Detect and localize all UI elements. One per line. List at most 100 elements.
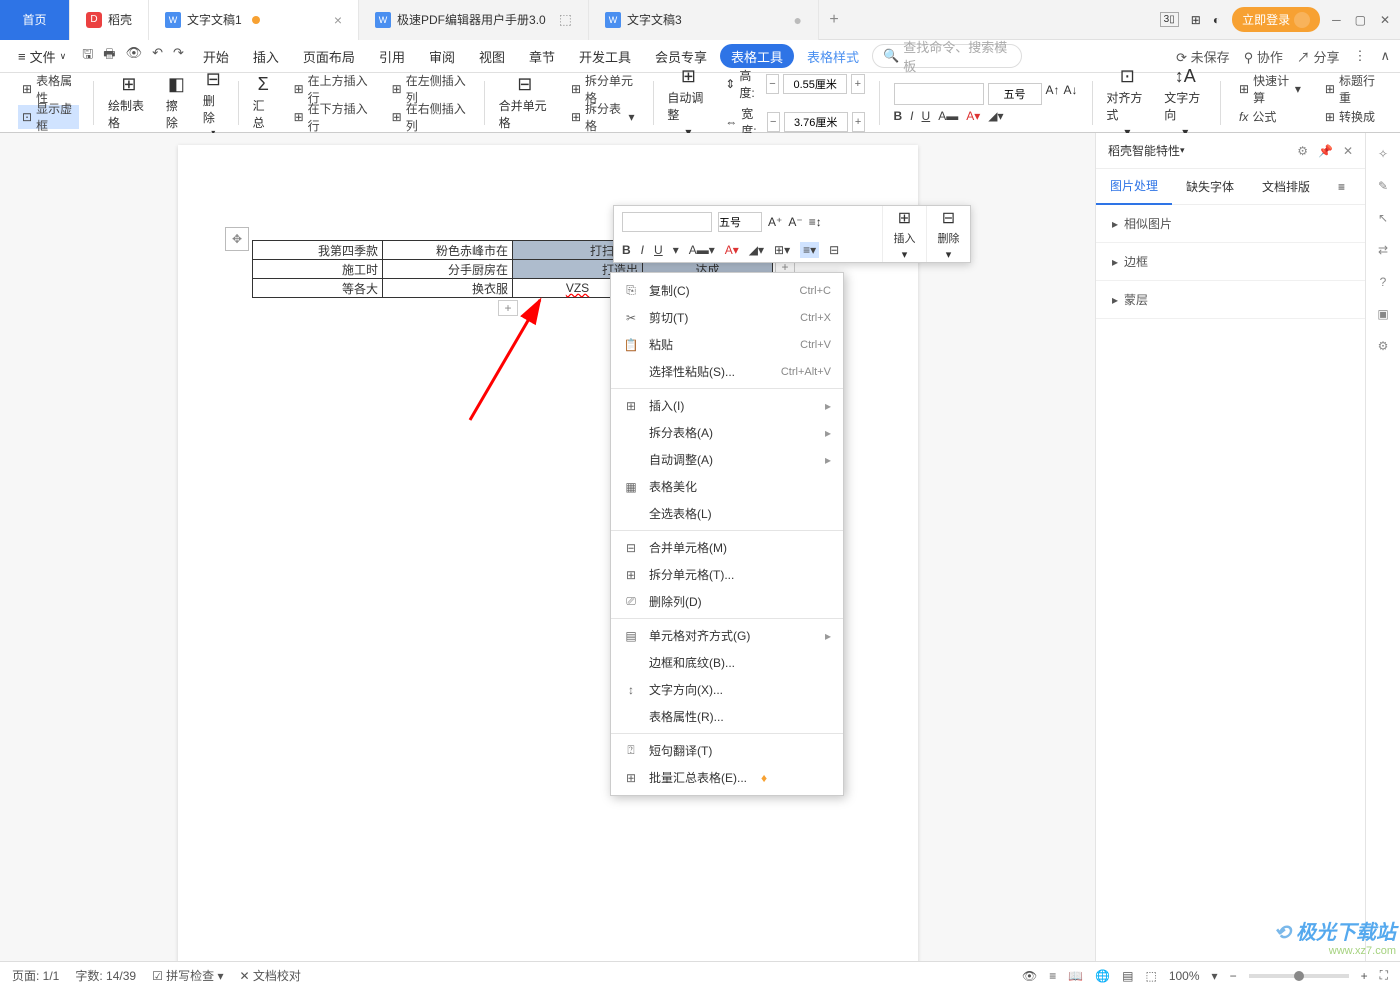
mini-insert-button[interactable]: ⊞插入▾ — [882, 206, 926, 262]
save-icon[interactable]: 🖫 — [82, 45, 93, 67]
word-count[interactable]: 字数: 14/39 — [75, 967, 136, 984]
width-input[interactable] — [784, 112, 848, 132]
help-icon[interactable]: ? — [1380, 275, 1387, 289]
mini-size-select[interactable] — [718, 212, 762, 232]
align-button[interactable]: ≡▾ — [800, 242, 819, 258]
grow-font-icon[interactable]: A⁺ — [768, 215, 782, 229]
spell-check[interactable]: ☑ 拼写检查 ▾ — [152, 967, 223, 984]
context-剪切(T)[interactable]: ✂剪切(T)Ctrl+X — [611, 304, 843, 331]
context-插入(I)[interactable]: ⊞插入(I)▸ — [611, 392, 843, 419]
context-边框和底纹(B)...[interactable]: 边框和底纹(B)... — [611, 649, 843, 676]
underline-button[interactable]: U — [922, 109, 931, 123]
insert-row-above[interactable]: ⊞ 在上方插入行 — [290, 77, 372, 101]
title-row-button[interactable]: ⊞ 标题行重 — [1321, 77, 1382, 101]
view-eye-icon[interactable]: 👁 — [1022, 969, 1037, 983]
section-similar[interactable]: ▸相似图片 — [1096, 205, 1365, 243]
menu-view[interactable]: 视图 — [468, 40, 516, 73]
text-direction-button[interactable]: ↕A文字方向 ▾ — [1156, 66, 1214, 139]
size-select[interactable] — [988, 83, 1042, 105]
draw-table-button[interactable]: ⊞绘制表格 — [100, 74, 158, 131]
more-icon[interactable]: ⋮ — [1353, 48, 1366, 64]
menu-insert[interactable]: 插入 — [242, 40, 290, 73]
mini-font-select[interactable] — [622, 212, 712, 232]
view-outline-icon[interactable]: ▤ — [1122, 969, 1133, 983]
close-icon[interactable]: × — [334, 12, 342, 28]
font-color-button[interactable]: A▾ — [725, 243, 739, 257]
preview-icon[interactable]: 👁 — [126, 45, 143, 67]
menu-chapter[interactable]: 章节 — [518, 40, 566, 73]
table-move-handle[interactable]: ✥ — [225, 227, 249, 251]
bold-button[interactable]: B — [622, 243, 631, 257]
grow-font-icon[interactable]: A↑ — [1046, 83, 1060, 105]
pin-icon[interactable]: 📌 — [1318, 144, 1333, 158]
summary-button[interactable]: Σ汇总 — [245, 74, 282, 131]
close-window-icon[interactable]: ✕ — [1380, 13, 1390, 27]
context-表格美化[interactable]: ▦表格美化 — [611, 473, 843, 500]
close-panel-icon[interactable]: ✕ — [1343, 144, 1353, 158]
linespacing-icon[interactable]: ≡↕ — [809, 215, 822, 229]
view-page-icon[interactable]: ≡ — [1049, 969, 1056, 983]
merge-cells-button[interactable]: ⊟合并单元格 — [491, 74, 559, 131]
zoom-in-button[interactable]: + — [1361, 969, 1368, 983]
border-button[interactable]: ⊞▾ — [774, 243, 790, 257]
dot-icon[interactable]: ● — [794, 12, 802, 28]
cell[interactable]: 我第四季款 — [253, 241, 383, 260]
context-表格属性(R)...[interactable]: 表格属性(R)... — [611, 703, 843, 730]
section-mask[interactable]: ▸蒙层 — [1096, 281, 1365, 319]
login-button[interactable]: 立即登录 — [1232, 7, 1320, 32]
file-menu[interactable]: ≡ 文件∨ — [10, 47, 74, 66]
collab-button[interactable]: ⚲ 协作 — [1244, 47, 1283, 66]
insert-col-left[interactable]: ⊞ 在左侧插入列 — [388, 77, 470, 101]
font-color-button[interactable]: A▾ — [966, 109, 980, 123]
table-props-button[interactable]: ⊞ 表格属性 — [18, 77, 79, 101]
page-count[interactable]: 页面: 1/1 — [12, 967, 59, 984]
dec-height[interactable]: − — [766, 74, 779, 94]
height-input[interactable] — [783, 74, 847, 94]
collapse-ribbon-icon[interactable]: ∧ — [1380, 48, 1390, 64]
assistant-icon[interactable]: ✧ — [1378, 147, 1388, 161]
split-cell-button[interactable]: ⊞ 拆分单元格 — [567, 77, 639, 101]
insert-row-below[interactable]: ⊞ 在下方插入行 — [290, 105, 372, 129]
tab-more[interactable]: ≡ — [1324, 169, 1359, 205]
menu-review[interactable]: 审阅 — [418, 40, 466, 73]
add-row-button[interactable]: + — [498, 300, 518, 316]
italic-button[interactable]: I — [910, 109, 913, 123]
merge-button[interactable]: ⊟ — [829, 243, 839, 257]
inc-width[interactable]: + — [852, 112, 865, 132]
context-删除列(D)[interactable]: ⎚删除列(D) — [611, 588, 843, 615]
cell[interactable]: 分手厨房在 — [383, 260, 513, 279]
context-文字方向(X)...[interactable]: ↕文字方向(X)... — [611, 676, 843, 703]
undo-icon[interactable]: ↶ — [152, 45, 163, 67]
align-button[interactable]: ⊡对齐方式 ▾ — [1098, 66, 1156, 139]
tab-home[interactable]: 首页 — [0, 0, 70, 40]
dec-width[interactable]: − — [767, 112, 780, 132]
autofit-button[interactable]: ⊞自动调整 ▾ — [659, 66, 717, 139]
add-tab-button[interactable]: + — [819, 11, 849, 29]
context-拆分单元格(T)...[interactable]: ⊞拆分单元格(T)... — [611, 561, 843, 588]
cell[interactable]: 粉色赤峰市在 — [383, 241, 513, 260]
fullscreen-icon[interactable]: ⛶ — [1380, 968, 1388, 983]
print-icon[interactable]: 🖶 — [103, 45, 115, 67]
insert-col-right[interactable]: ⊞ 在右侧插入列 — [388, 105, 470, 129]
tab-missing-font[interactable]: 缺失字体 — [1172, 169, 1248, 205]
split-table-button[interactable]: ⊞ 拆分表格 ▾ — [567, 105, 639, 129]
mini-delete-button[interactable]: ⊟删除▾ — [926, 206, 970, 262]
tab-layout[interactable]: 文档排版 — [1248, 169, 1324, 205]
show-vframe-button[interactable]: ⊡ 显示虚框 — [18, 105, 79, 129]
menu-layout[interactable]: 页面布局 — [292, 40, 366, 73]
cursor-icon[interactable]: ↖ — [1378, 211, 1388, 225]
context-复制(C)[interactable]: ⎘复制(C)Ctrl+C — [611, 277, 843, 304]
context-批量汇总表格(E)...[interactable]: ⊞批量汇总表格(E)...♦ — [611, 764, 843, 791]
redo-icon[interactable]: ↷ — [173, 45, 184, 67]
underline-button[interactable]: U — [654, 243, 663, 257]
skin-icon[interactable]: ◐ — [1213, 13, 1220, 27]
proofread[interactable]: ✕ 文档校对 — [240, 967, 301, 984]
context-单元格对齐方式(G)[interactable]: ▤单元格对齐方式(G)▸ — [611, 622, 843, 649]
context-全选表格(L)[interactable]: 全选表格(L) — [611, 500, 843, 527]
bold-button[interactable]: B — [894, 109, 903, 123]
menu-ref[interactable]: 引用 — [368, 40, 416, 73]
cell[interactable]: 换衣服 — [383, 279, 513, 298]
highlight-button[interactable]: A▬▾ — [689, 243, 715, 257]
inc-height[interactable]: + — [851, 74, 864, 94]
convert-button[interactable]: ⊞ 转换成 — [1321, 105, 1382, 129]
